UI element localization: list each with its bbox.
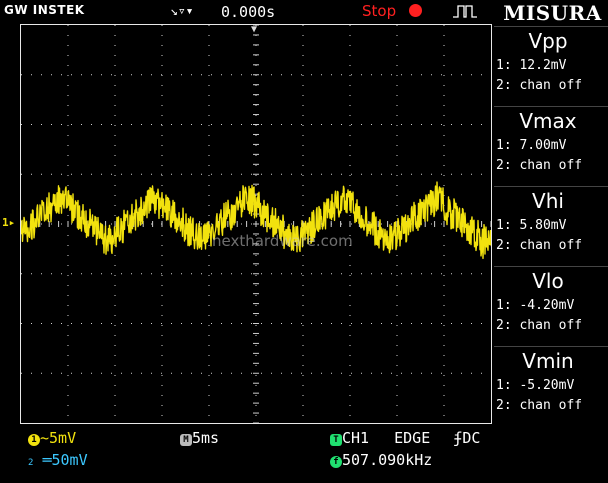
stop-indicator-icon <box>409 4 422 17</box>
ch1-badge-icon: 1 <box>28 434 40 446</box>
frequency-badge-icon: f <box>330 456 342 468</box>
measurement-ch2-value: 2: chan off <box>496 78 583 93</box>
measurement-ch1-value: 1: 12.2mV <box>496 58 567 73</box>
measurement-vmax[interactable]: Vmax 1: 7.00mV 2: chan off <box>494 106 608 184</box>
run-state-label: Stop <box>362 2 397 20</box>
measurement-vhi[interactable]: Vhi 1: 5.80mV 2: chan off <box>494 186 608 264</box>
waveform-display[interactable] <box>20 24 493 424</box>
measurement-title: Vpp <box>528 29 568 53</box>
trigger-source: CH1 <box>342 429 370 447</box>
ch2-badge-icon: 2 <box>28 458 34 468</box>
channel-1-marker[interactable]: 1▸ <box>2 216 15 229</box>
trigger-badge-icon: T <box>330 434 342 446</box>
horizontal-offset: 0.000s <box>221 3 276 21</box>
frequency-readout: f 507.090kHz <box>330 451 432 469</box>
timebase-value: 5ms <box>192 429 220 447</box>
measurement-ch2-value: 2: chan off <box>496 318 583 333</box>
measurement-ch1-value: 1: -4.20mV <box>496 298 575 313</box>
watermark: nexthardware.com <box>212 232 353 250</box>
trigger-slope-icon: ʄ <box>453 429 463 447</box>
ch1-scale-readout[interactable]: 1 ~5mV <box>28 429 76 447</box>
brand-logo: GW INSTEK <box>4 3 85 17</box>
trigger-position-icon: ↘▿▾ <box>170 4 194 19</box>
trigger-readout[interactable]: T CH1 EDGE ʄDC <box>330 429 480 447</box>
top-status-bar: GW INSTEK ↘▿▾ 0.000s Stop <box>0 0 494 22</box>
measurement-title: Vmin <box>522 349 574 373</box>
measurement-vlo[interactable]: Vlo 1: -4.20mV 2: chan off <box>494 266 608 344</box>
acquisition-mode-icon <box>453 5 477 18</box>
measurement-ch2-value: 2: chan off <box>496 158 583 173</box>
measurement-title: Vlo <box>532 269 564 293</box>
measurement-ch1-value: 1: -5.20mV <box>496 378 575 393</box>
graticule <box>20 24 493 424</box>
timebase-readout[interactable]: M 5ms <box>180 429 219 447</box>
measurement-title: Vmax <box>519 109 577 133</box>
measure-panel-title: MISURA <box>503 1 602 25</box>
trigger-coupling: DC <box>462 429 481 447</box>
frequency-value: 507.090kHz <box>342 451 433 469</box>
measurement-ch1-value: 1: 5.80mV <box>496 218 567 233</box>
timebase-badge-icon: M <box>180 434 192 446</box>
ac-coupling-icon: ~ <box>40 429 50 447</box>
measurement-vpp[interactable]: Vpp 1: 12.2mV 2: chan off <box>494 26 608 104</box>
measurement-title: Vhi <box>532 189 564 213</box>
ch1-scale: 5mV <box>49 429 77 447</box>
measurement-vmin[interactable]: Vmin 1: -5.20mV 2: chan off <box>494 346 608 424</box>
measurement-ch2-value: 2: chan off <box>496 398 583 413</box>
ch2-scale: 50mV <box>51 451 88 469</box>
ch2-scale-readout[interactable]: 2 ═50mV <box>28 451 88 469</box>
measurement-ch2-value: 2: chan off <box>496 238 583 253</box>
trigger-type: EDGE <box>394 429 431 447</box>
measurement-ch1-value: 1: 7.00mV <box>496 138 567 153</box>
